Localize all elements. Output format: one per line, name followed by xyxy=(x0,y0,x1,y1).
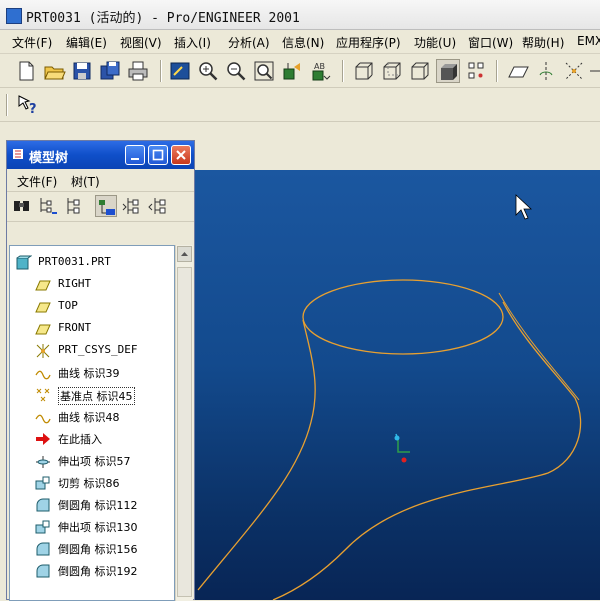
protrusion-icon xyxy=(36,456,50,468)
menu-file[interactable]: 文件(F) xyxy=(12,34,52,51)
orient-icon[interactable] xyxy=(280,59,304,83)
tree-item-label: 在此插入 xyxy=(58,433,102,446)
protrusion-icon xyxy=(35,520,50,534)
datum-planes-icon[interactable] xyxy=(506,59,530,83)
scroll-thumb[interactable] xyxy=(177,267,192,597)
model-tree-toolbar xyxy=(7,191,194,222)
menu-help[interactable]: 帮助(H) xyxy=(522,34,564,51)
datum-plane-icon xyxy=(35,280,51,291)
tree-item-label: PRT0031.PRT xyxy=(38,255,111,268)
whats-this-icon[interactable]: ? xyxy=(16,93,40,117)
find-icon[interactable] xyxy=(11,195,33,217)
cut-icon xyxy=(35,476,50,490)
curve-icon xyxy=(35,370,51,380)
datum-axes-icon[interactable] xyxy=(534,59,558,83)
minimize-button[interactable] xyxy=(125,145,145,165)
datum-planes-icon[interactable] xyxy=(588,59,600,83)
menu-edit[interactable]: 编辑(E) xyxy=(66,34,107,51)
toolbar-separator xyxy=(6,94,8,116)
model-tree-menu: 文件(F) 树(T) xyxy=(7,169,194,192)
part-icon xyxy=(16,255,32,270)
secondary-toolbar: ? xyxy=(0,88,600,122)
menu-bar: 文件(F) 编辑(E) 视图(V) 插入(I) 分析(A) 信息(N) 应用程序… xyxy=(0,30,600,54)
tree-item-label: RIGHT xyxy=(58,277,92,290)
round-icon xyxy=(36,542,50,556)
tree-item-label: 曲线 标识39 xyxy=(58,367,120,380)
tree-menu-tree[interactable]: 树(T) xyxy=(71,173,100,190)
model-tree-panel: 模型树 文件(F) 树(T) PRT0031.PRT RIGHT TOP FRO… xyxy=(6,140,195,601)
zoom-in-icon[interactable] xyxy=(196,59,220,83)
window-title: PRT0031 (活动的) - Pro/ENGINEER 2001 xyxy=(26,11,300,26)
open-icon[interactable] xyxy=(42,59,66,83)
round-icon xyxy=(36,498,50,512)
scroll-up-button[interactable] xyxy=(177,246,192,262)
toolbar-separator xyxy=(496,60,498,82)
menu-window[interactable]: 窗口(W) xyxy=(468,34,513,51)
repaint-icon[interactable] xyxy=(168,59,192,83)
zoom-out-icon[interactable] xyxy=(224,59,248,83)
tree-item-label: 曲线 标识48 xyxy=(58,411,120,424)
tree-item-label: 倒圆角 标识112 xyxy=(58,499,138,512)
print-icon[interactable] xyxy=(126,59,150,83)
tree-item-label: 基准点 标识45 xyxy=(58,387,135,405)
model-tree-title: 模型树 xyxy=(29,151,69,166)
tree-columns-icon[interactable] xyxy=(63,195,85,217)
model-geometry xyxy=(197,194,582,600)
shading-icon[interactable] xyxy=(436,59,460,83)
tree-item-label: PRT_CSYS_DEF xyxy=(58,343,138,356)
tree-item-label: 伸出项 标识57 xyxy=(58,455,131,468)
save-icon[interactable] xyxy=(70,59,94,83)
save-copy-icon[interactable] xyxy=(98,59,122,83)
tree-item-label: 切剪 标识86 xyxy=(58,477,120,490)
tree-item-label: 倒圆角 标识192 xyxy=(58,565,138,578)
expand-all-icon[interactable] xyxy=(121,195,143,217)
new-icon[interactable] xyxy=(14,59,38,83)
tree-item-label: TOP xyxy=(58,299,78,312)
datum-plane-icon xyxy=(35,302,51,313)
model-tree-icon xyxy=(13,149,23,159)
app-icon xyxy=(6,8,22,24)
insert-here-icon xyxy=(36,433,50,445)
menu-info[interactable]: 信息(N) xyxy=(282,34,324,51)
csys-icon xyxy=(36,344,50,358)
tree-settings-icon[interactable] xyxy=(37,195,59,217)
svg-text:?: ? xyxy=(29,102,37,117)
round-icon xyxy=(36,564,50,578)
datum-plane-icon xyxy=(35,324,51,335)
menu-applications[interactable]: 应用程序(P) xyxy=(336,34,401,51)
tree-menu-file[interactable]: 文件(F) xyxy=(17,173,57,190)
main-toolbar: AB xyxy=(0,54,600,88)
csys-icon[interactable] xyxy=(562,59,586,83)
tree-item-label: 伸出项 标识130 xyxy=(58,521,138,534)
collapse-all-icon[interactable] xyxy=(147,195,169,217)
model-tree-list[interactable]: PRT0031.PRT RIGHT TOP FRONT PRT_CSYS_DEF… xyxy=(9,245,175,601)
datum-point-icon xyxy=(36,388,50,402)
refit-icon[interactable] xyxy=(252,59,276,83)
spin-center-icon[interactable] xyxy=(464,59,488,83)
close-button[interactable] xyxy=(171,145,191,165)
tree-item-label: FRONT xyxy=(58,321,92,334)
toolbar-separator xyxy=(342,60,344,82)
model-tree-titlebar[interactable]: 模型树 xyxy=(7,141,194,169)
menu-emx[interactable]: EMX xyxy=(577,34,600,48)
tree-filters-icon[interactable] xyxy=(95,195,117,217)
tree-item-label: 倒圆角 标识156 xyxy=(58,543,138,556)
menu-insert[interactable]: 插入(I) xyxy=(174,34,211,51)
menu-utilities[interactable]: 功能(U) xyxy=(414,34,456,51)
menu-analysis[interactable]: 分析(A) xyxy=(228,34,270,51)
named-views-icon[interactable]: AB xyxy=(308,59,332,83)
maximize-button[interactable] xyxy=(148,145,168,165)
wireframe-icon[interactable] xyxy=(352,59,376,83)
graphics-viewport[interactable] xyxy=(193,170,600,600)
tree-scrollbar[interactable] xyxy=(175,245,193,601)
curve-icon xyxy=(35,414,51,424)
no-hidden-icon[interactable] xyxy=(408,59,432,83)
toolbar-separator xyxy=(160,60,162,82)
menu-view[interactable]: 视图(V) xyxy=(120,34,162,51)
hidden-line-icon[interactable] xyxy=(380,59,404,83)
window-titlebar: PRT0031 (活动的) - Pro/ENGINEER 2001 xyxy=(0,0,600,30)
svg-text:AB: AB xyxy=(314,62,325,71)
